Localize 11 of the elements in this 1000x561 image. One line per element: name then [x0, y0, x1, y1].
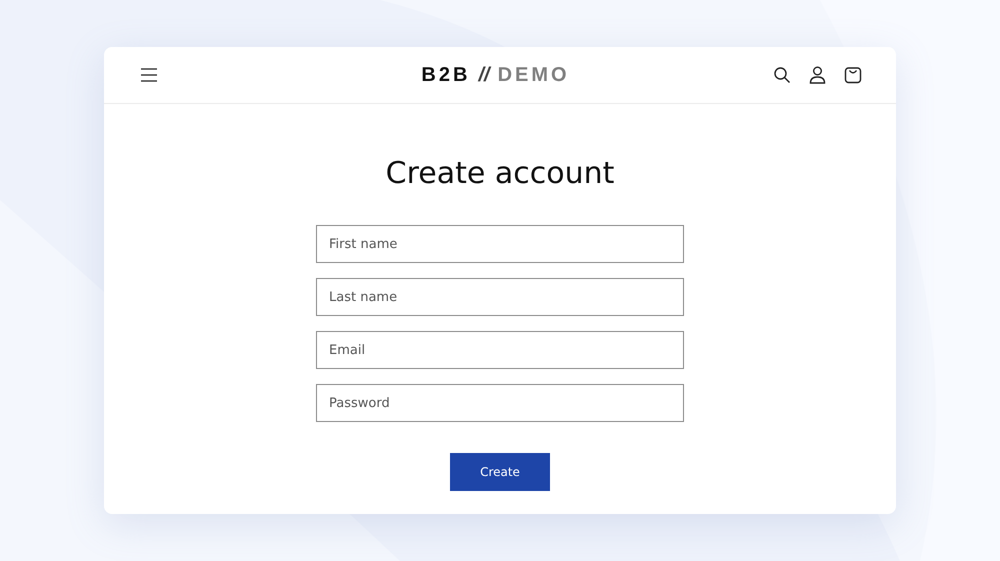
cart-icon[interactable] [844, 66, 862, 84]
logo[interactable]: B2B // DEMO [421, 64, 570, 86]
input-field[interactable]: Email [316, 331, 684, 369]
user-icon[interactable] [808, 66, 826, 84]
input-field[interactable]: Password [316, 384, 684, 422]
page-title: Create account [386, 156, 614, 191]
menu-icon[interactable] [140, 68, 158, 82]
input-field[interactable]: First name [316, 225, 684, 263]
input-field[interactable]: Last name [316, 278, 684, 316]
create-button[interactable]: Create [450, 453, 550, 491]
search-icon[interactable] [772, 66, 791, 84]
